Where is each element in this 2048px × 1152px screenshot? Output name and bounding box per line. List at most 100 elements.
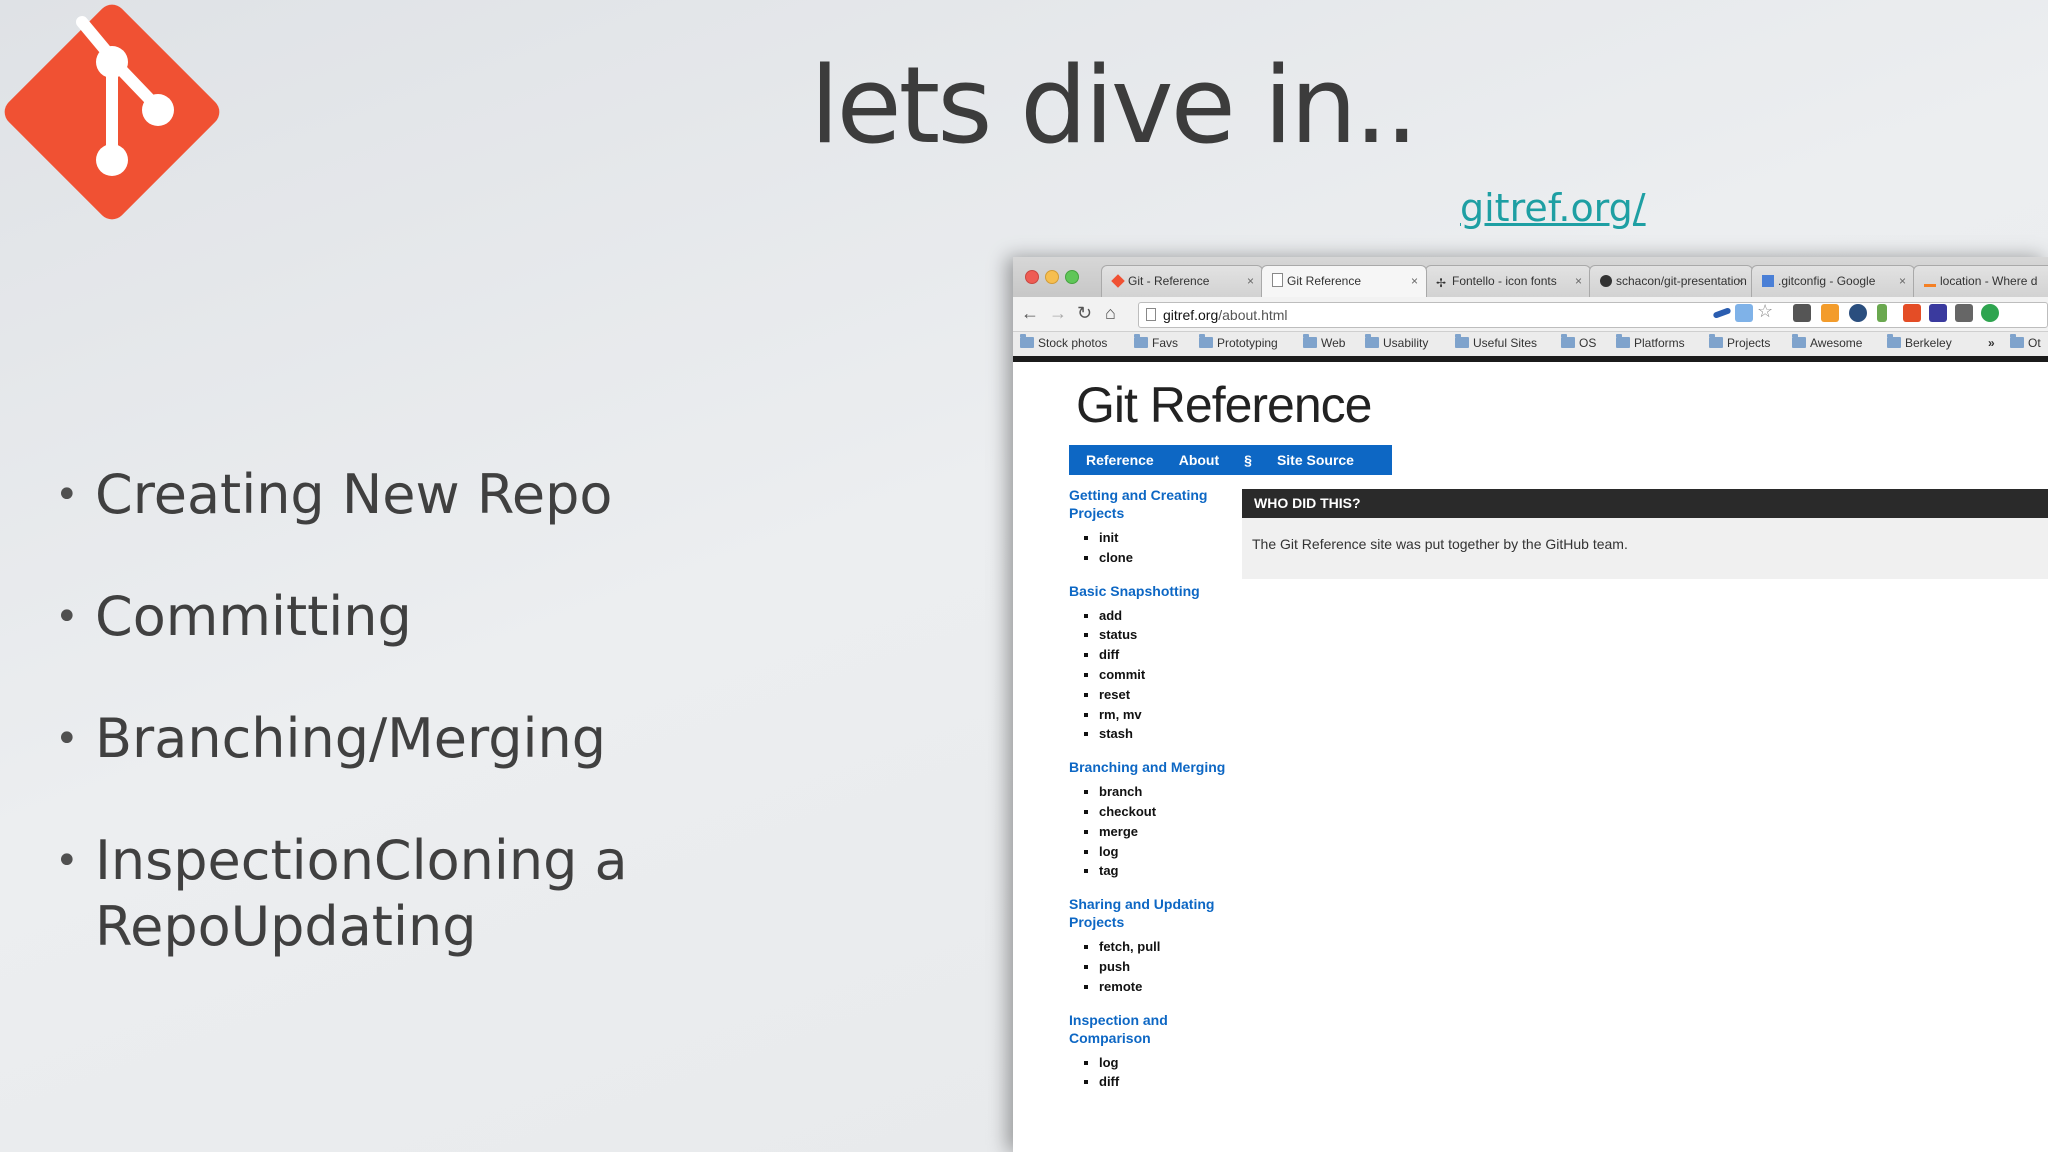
sidebar-link[interactable]: stash	[1099, 724, 1229, 744]
folder-icon	[1303, 334, 1317, 348]
close-tab-icon[interactable]: ×	[1411, 266, 1418, 296]
nav-reference[interactable]: Reference	[1086, 445, 1154, 475]
folder-icon	[1199, 334, 1213, 348]
sidebar-link[interactable]: push	[1099, 957, 1229, 977]
bookmark-folder[interactable]: OS	[1561, 334, 1596, 350]
section-inspection-comparison[interactable]: Inspection and Comparison	[1069, 1011, 1229, 1047]
folder-icon	[2010, 334, 2024, 348]
section-getting-creating[interactable]: Getting and Creating Projects	[1069, 486, 1229, 522]
sidebar-link[interactable]: merge	[1099, 822, 1229, 842]
bookmark-folder[interactable]: Stock photos	[1020, 334, 1107, 350]
tab-gitconfig[interactable]: .gitconfig - Google ×	[1751, 265, 1915, 297]
close-window-button[interactable]	[1025, 270, 1039, 284]
bookmarks-bar: Stock photos Favs Prototyping Web Usabil…	[1013, 332, 2048, 362]
sidebar-link[interactable]: log	[1099, 842, 1229, 862]
bookmark-folder[interactable]: Favs	[1134, 334, 1178, 350]
tab-git-reference-1[interactable]: Git - Reference ×	[1101, 265, 1263, 297]
sidebar-link[interactable]: tag	[1099, 861, 1229, 881]
close-tab-icon[interactable]: ×	[1247, 266, 1254, 296]
reload-icon[interactable]: ↻	[1077, 303, 1092, 324]
bookmark-folder[interactable]: Berkeley	[1887, 334, 1952, 350]
forward-arrow-icon[interactable]: →	[1049, 303, 1067, 324]
folder-icon	[1887, 334, 1901, 348]
slide-title: lets dive in..	[810, 44, 1419, 167]
ie-extension-icon[interactable]	[1929, 304, 1947, 322]
sidebar-link[interactable]: fetch, pull	[1099, 937, 1229, 957]
sidebar-link[interactable]: diff	[1099, 645, 1229, 665]
section-branching-merging[interactable]: Branching and Merging	[1069, 758, 1229, 776]
bookmark-folder[interactable]: Platforms	[1616, 334, 1685, 350]
sidebar-link[interactable]: add	[1099, 606, 1229, 626]
sidebar-link[interactable]: status	[1099, 625, 1229, 645]
gitref-link[interactable]: gitref.org/	[1460, 186, 1646, 230]
bookmark-folder[interactable]: Projects	[1709, 334, 1770, 350]
folder-icon	[1792, 334, 1806, 348]
folder-icon	[1134, 334, 1148, 348]
folder-icon	[1709, 334, 1723, 348]
html5-extension-icon[interactable]	[1903, 304, 1921, 322]
screen-extension-icon[interactable]	[1735, 304, 1753, 322]
sidebar: Getting and Creating Projects init clone…	[1069, 486, 1229, 1092]
sidebar-link[interactable]: checkout	[1099, 802, 1229, 822]
sidebar-link[interactable]: diff	[1099, 1072, 1229, 1092]
sidebar-link[interactable]: commit	[1099, 665, 1229, 685]
github-favicon-icon	[1600, 275, 1612, 287]
back-arrow-icon[interactable]: ←	[1021, 303, 1039, 324]
nav-site-source[interactable]: Site Source	[1277, 445, 1354, 475]
page-favicon-icon	[1272, 273, 1283, 287]
tab-schacon[interactable]: schacon/git-presentation ×	[1589, 265, 1753, 297]
folder-icon	[1616, 334, 1630, 348]
home-icon[interactable]: ⌂	[1105, 303, 1116, 324]
tree-extension-icon[interactable]	[1877, 304, 1887, 322]
sidebar-link[interactable]: remote	[1099, 977, 1229, 997]
google-favicon-icon	[1762, 275, 1774, 287]
sidebar-link[interactable]: init	[1099, 528, 1229, 548]
site-title[interactable]: Git Reference	[1076, 376, 1372, 434]
section-sharing-updating[interactable]: Sharing and Updating Projects	[1069, 895, 1229, 931]
close-tab-icon[interactable]: ×	[1575, 266, 1582, 296]
sidebar-link[interactable]: branch	[1099, 782, 1229, 802]
sidebar-link[interactable]: reset	[1099, 685, 1229, 705]
bookmark-folder[interactable]: Prototyping	[1199, 334, 1278, 350]
bullet-list: • Creating New Repo • Committing • Branchin…	[55, 462, 695, 1016]
bullet-item: • InspectionCloning a RepoUpdating	[55, 829, 628, 958]
bookmark-folder[interactable]: Useful Sites	[1455, 334, 1537, 350]
git-logo-icon	[4, 4, 220, 220]
bookmark-folder[interactable]: Web	[1303, 334, 1345, 350]
bookmark-folder[interactable]: Usability	[1365, 334, 1428, 350]
power-extension-icon[interactable]	[1981, 304, 1999, 322]
bullet-item: • Committing	[55, 585, 412, 648]
sidebar-link[interactable]: clone	[1099, 548, 1229, 568]
fontello-favicon-icon: ✢	[1436, 276, 1447, 290]
folder-icon	[1455, 334, 1469, 348]
folder-icon	[1365, 334, 1379, 348]
eye-extension-icon[interactable]	[1849, 304, 1867, 322]
bullet-item: • Creating New Repo	[55, 463, 613, 526]
zoom-window-button[interactable]	[1065, 270, 1079, 284]
stackoverflow-favicon-icon	[1924, 275, 1936, 287]
site-nav: Reference About § Site Source	[1069, 445, 1392, 475]
close-tab-icon[interactable]: ×	[1899, 266, 1906, 296]
bookmark-folder[interactable]: Awesome	[1792, 334, 1862, 350]
panel-heading: WHO DID THIS?	[1242, 489, 2048, 518]
close-tab-icon[interactable]: ×	[1737, 266, 1744, 296]
tab-git-reference-2[interactable]: Git Reference ×	[1261, 265, 1427, 297]
tab-fontello[interactable]: ✢ Fontello - icon fonts ×	[1425, 265, 1591, 297]
camera-extension-icon[interactable]	[1955, 304, 1973, 322]
minimize-window-button[interactable]	[1045, 270, 1059, 284]
nav-about[interactable]: About	[1179, 445, 1219, 475]
star-bookmark-icon[interactable]: ☆	[1757, 302, 1775, 320]
nav-section[interactable]: §	[1244, 445, 1252, 475]
panel-text: The Git Reference site was put together …	[1252, 536, 1628, 552]
rss-extension-icon[interactable]	[1821, 304, 1839, 322]
bookmarks-overflow-button[interactable]: »	[1988, 336, 1995, 350]
sidebar-link[interactable]: rm, mv	[1099, 705, 1229, 725]
tab-location[interactable]: location - Where d	[1913, 265, 2048, 297]
section-basic-snapshotting[interactable]: Basic Snapshotting	[1069, 582, 1229, 600]
sidebar-link[interactable]: log	[1099, 1053, 1229, 1073]
evernote-extension-icon[interactable]	[1793, 304, 1811, 322]
tab-bar: Git - Reference × Git Reference × ✢ Fontell…	[1013, 257, 2048, 297]
bookmark-folder[interactable]: Ot	[2010, 334, 2041, 350]
folder-icon	[1561, 334, 1575, 348]
git-favicon-icon	[1111, 274, 1125, 288]
